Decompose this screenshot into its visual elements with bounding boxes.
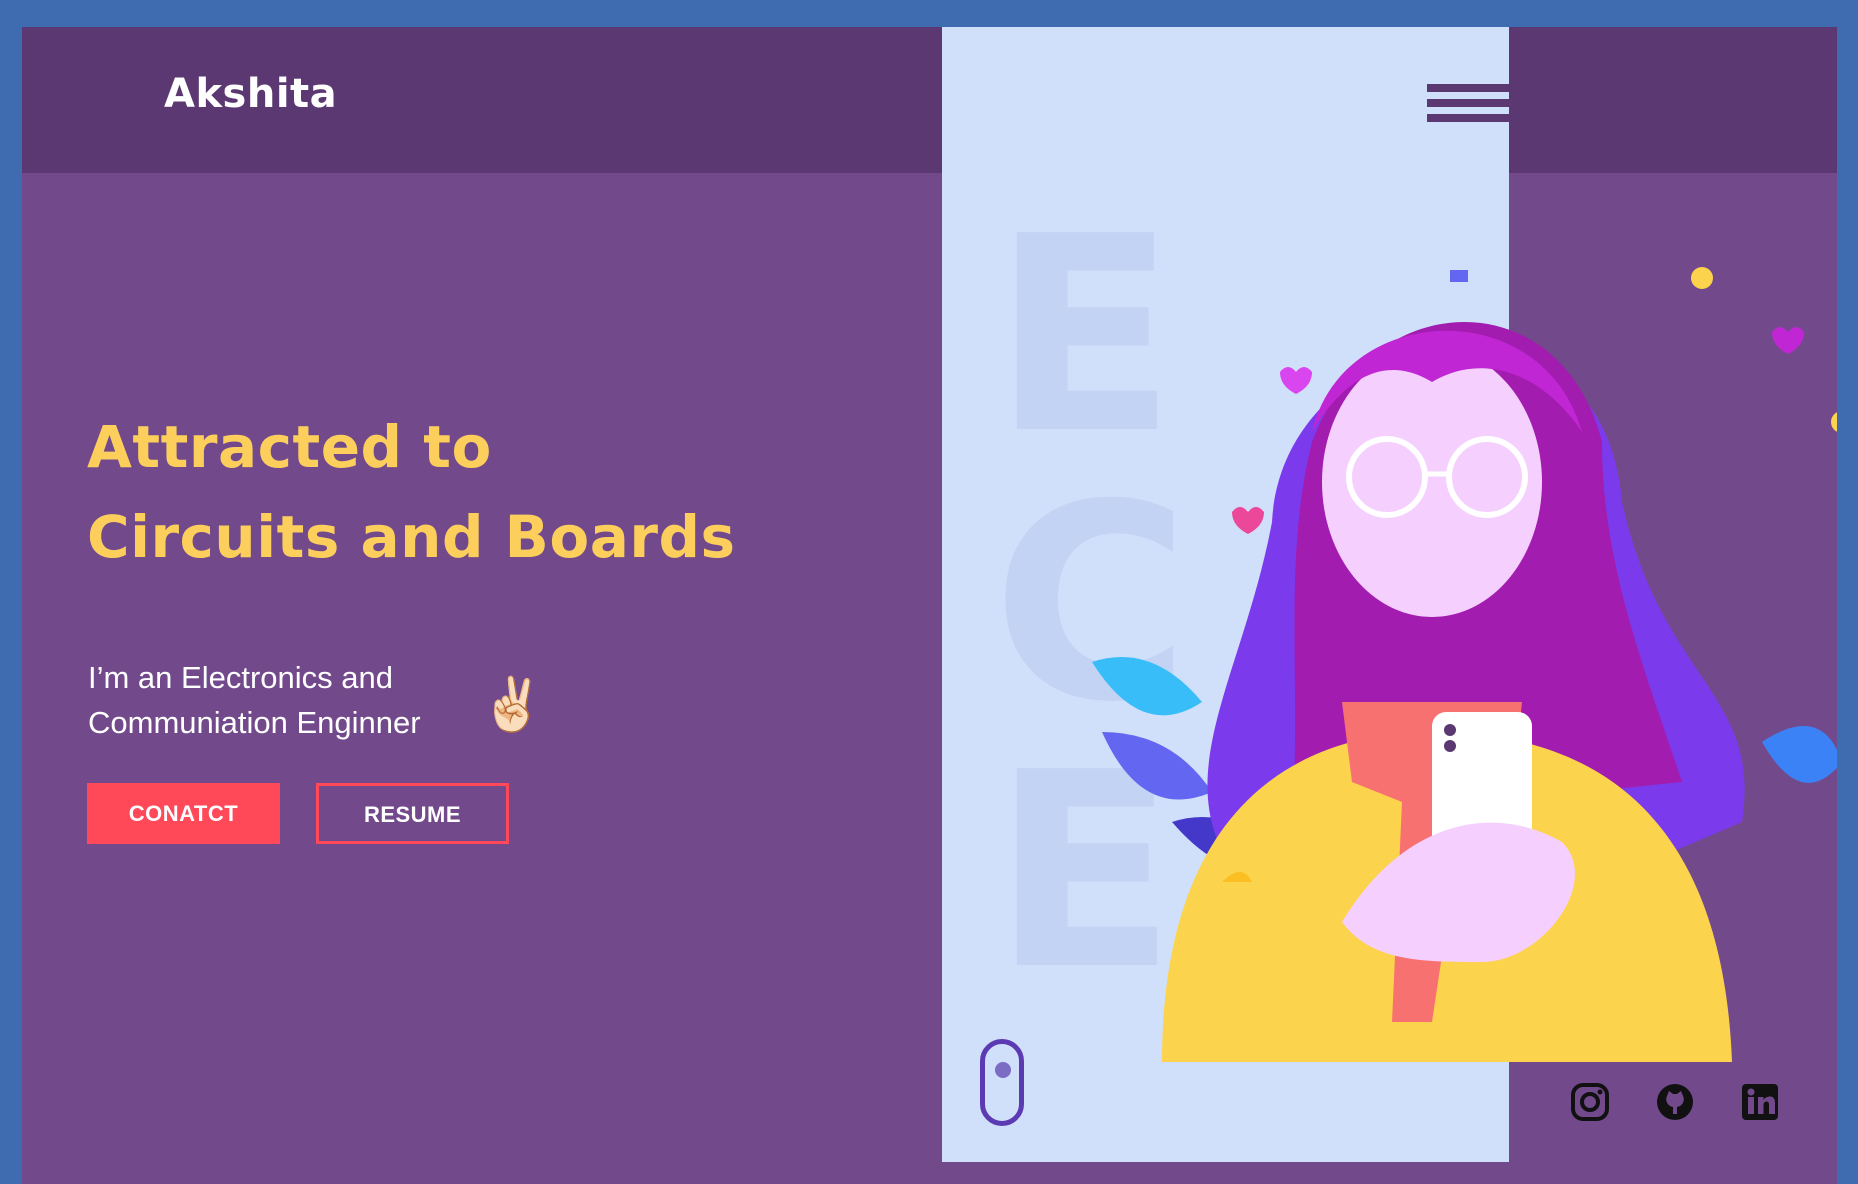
heart-icon (1232, 507, 1264, 534)
brand-logo[interactable]: Akshita (164, 71, 337, 117)
resume-button[interactable]: RESUME (316, 783, 509, 844)
page-frame: Akshita E C E Attracted to Circuits and … (22, 27, 1837, 1184)
girl-with-phone-illustration (1092, 267, 1837, 1062)
surprised-emoji-icon (1831, 412, 1837, 432)
scroll-indicator[interactable] (980, 1039, 1024, 1126)
hero-subtitle: I’m an Electronics and Communiation Engi… (88, 655, 508, 745)
hero-title-line: Attracted to (87, 413, 492, 481)
hero-title: Attracted to Circuits and Boards (87, 402, 736, 582)
peace-hand-emoji-icon: ✌🏻 (480, 675, 545, 735)
heart-eyes-emoji-icon (1691, 267, 1713, 289)
scroll-dot (995, 1062, 1011, 1078)
hamburger-menu-icon[interactable] (1427, 84, 1509, 138)
hero-subtitle-line: I’m an Electronics and (88, 660, 393, 695)
linkedin-icon[interactable] (1740, 1082, 1780, 1122)
heart-icon (1772, 327, 1804, 354)
hero-title-line: Circuits and Boards (87, 503, 736, 571)
thumbs-up-icon (1450, 270, 1468, 282)
heart-icon (1280, 367, 1312, 394)
contact-button[interactable]: CONATCT (87, 783, 280, 844)
github-icon[interactable] (1655, 1082, 1695, 1122)
instagram-icon[interactable] (1570, 1082, 1610, 1122)
hero-subtitle-line: Communiation Enginner (88, 705, 421, 740)
